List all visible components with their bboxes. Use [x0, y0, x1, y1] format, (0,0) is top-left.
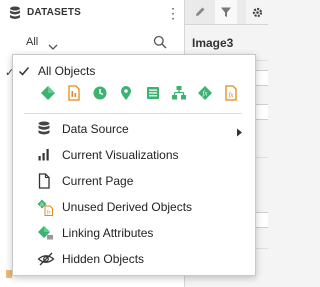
menu-item-data-source[interactable]: Data Source: [13, 117, 253, 141]
menu-item-current-visualizations[interactable]: Current Visualizations: [13, 143, 253, 167]
svg-text:fx: fx: [228, 91, 234, 99]
menu-divider: [24, 113, 242, 114]
checkmark-icon: [18, 64, 30, 82]
hierarchy-icon[interactable]: [171, 85, 187, 101]
pencil-icon[interactable]: [189, 0, 211, 24]
gear-icon[interactable]: [246, 0, 268, 24]
menu-item-hidden-objects[interactable]: Hidden Objects: [13, 247, 253, 271]
filter-dropdown-menu: All Objects fx fx Data Source Current Vi…: [12, 54, 256, 276]
object-title: Image3: [192, 36, 234, 50]
menu-item-label: Hidden Objects: [62, 252, 145, 266]
svg-text:fx: fx: [202, 90, 208, 98]
filter-bar: All: [12, 33, 172, 53]
menu-item-label: Unused Derived Objects: [62, 200, 193, 214]
menu-item-label: Data Source: [62, 122, 129, 136]
panel-title: DATASETS: [27, 7, 82, 18]
link-attribute-icon: [37, 225, 55, 241]
unused-derived-icon: fx fx: [37, 199, 55, 216]
panel-menu-button[interactable]: ⋮: [166, 5, 180, 21]
menu-item-label: Linking Attributes: [62, 226, 154, 240]
attribute-icon[interactable]: [40, 85, 56, 101]
menu-item-unused-derived-objects[interactable]: fx fx Unused Derived Objects: [13, 195, 253, 219]
page-icon: [37, 173, 55, 189]
svg-text:fx: fx: [47, 209, 52, 216]
location-icon[interactable]: [118, 85, 134, 101]
hidden-eye-icon: [37, 251, 55, 267]
menu-item-current-page[interactable]: Current Page: [13, 169, 253, 193]
filter-icon[interactable]: [215, 0, 237, 24]
derived-metric-icon[interactable]: fx: [197, 85, 213, 101]
filter-dropdown[interactable]: All: [26, 36, 38, 48]
time-icon[interactable]: [92, 85, 108, 101]
menu-item-label: Current Visualizations: [62, 148, 179, 162]
list-icon[interactable]: [145, 85, 161, 101]
bar-chart-icon: [37, 147, 55, 163]
menu-item-label: Current Page: [62, 174, 134, 188]
menu-item-linking-attributes[interactable]: Linking Attributes: [13, 221, 253, 245]
document-icon[interactable]: [66, 85, 82, 101]
database-icon: [37, 121, 55, 137]
search-icon[interactable]: [153, 35, 167, 54]
menu-item-all-objects[interactable]: All Objects: [38, 64, 95, 78]
properties-tabs: [185, 0, 268, 25]
derived-attribute-icon[interactable]: fx: [223, 85, 239, 101]
chevron-right-icon: [236, 124, 243, 142]
database-icon: [9, 6, 21, 25]
panel-header: DATASETS ⋮: [0, 0, 184, 26]
